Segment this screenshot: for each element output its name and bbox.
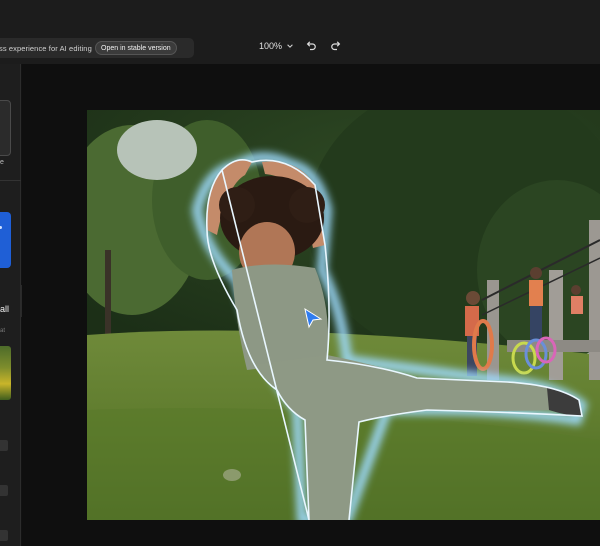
left-panel: e all at xyxy=(0,64,21,546)
panel-divider xyxy=(0,180,21,181)
tool-card[interactable] xyxy=(0,100,11,156)
chevron-down-icon xyxy=(287,44,293,48)
zoom-dropdown[interactable]: 100% xyxy=(259,41,294,51)
ai-editing-notice: ss experience for AI editing Open in sta… xyxy=(0,38,194,58)
image-thumbnail[interactable] xyxy=(0,346,11,400)
option-checkbox[interactable] xyxy=(0,440,8,451)
option-checkbox[interactable] xyxy=(0,485,8,496)
undo-icon[interactable] xyxy=(305,40,317,52)
open-stable-version-button[interactable]: Open in stable version xyxy=(95,41,177,55)
redo-icon[interactable] xyxy=(330,40,342,52)
option-checkbox[interactable] xyxy=(0,530,8,541)
select-all-label[interactable]: all xyxy=(0,304,9,314)
tool-card-label: e xyxy=(0,159,4,166)
photo-image[interactable] xyxy=(87,110,600,520)
top-bar: ss experience for AI editing Open in sta… xyxy=(0,0,600,64)
zoom-level: 100% xyxy=(259,41,283,51)
notice-text: ss experience for AI editing xyxy=(0,43,92,53)
selected-tool-card[interactable] xyxy=(0,212,11,268)
panel-hint-text: at xyxy=(0,328,6,334)
pointer-cursor-icon xyxy=(304,307,323,329)
